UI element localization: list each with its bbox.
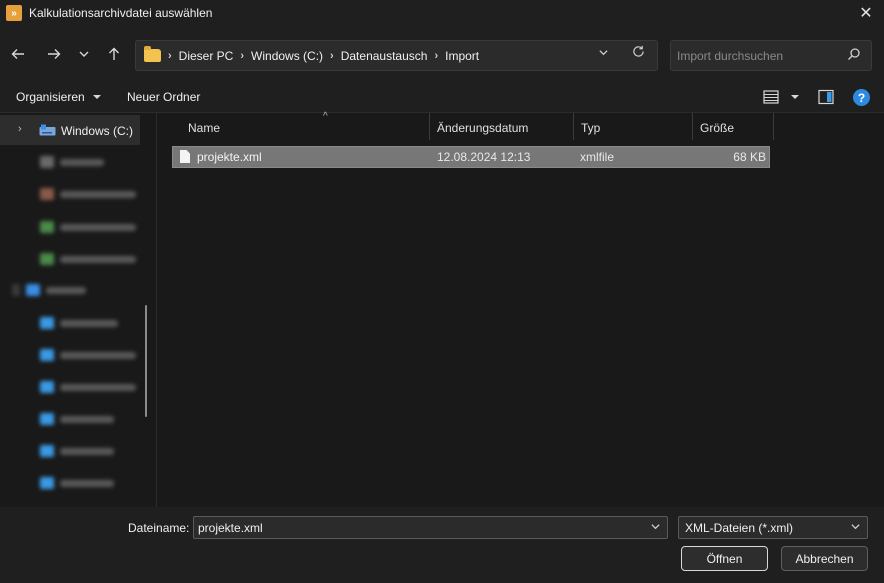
- navigation-pane[interactable]: › Windows (C:): [0, 113, 157, 507]
- organize-menu[interactable]: Organisieren: [16, 90, 102, 104]
- recent-locations-button[interactable]: [72, 43, 96, 65]
- new-folder-label: Neuer Ordner: [127, 90, 201, 104]
- breadcrumb-import[interactable]: Import: [445, 49, 479, 63]
- sidebar-item-network-host[interactable]: [40, 348, 136, 362]
- file-list[interactable]: ^ Name Änderungsdatum Typ Größe projekte…: [158, 111, 884, 507]
- arrow-right-icon: [48, 49, 61, 59]
- window-title: Kalkulationsarchivdatei auswählen: [29, 6, 213, 20]
- column-header-label: Typ: [581, 121, 601, 135]
- sidebar-item-network-host[interactable]: [40, 380, 136, 394]
- forward-button[interactable]: [42, 43, 66, 65]
- chevron-down-icon[interactable]: [650, 521, 661, 532]
- organize-label: Organisieren: [16, 90, 85, 104]
- search-icon: [848, 48, 860, 60]
- folder-icon: [144, 46, 161, 62]
- column-header-date[interactable]: Änderungsdatum: [430, 113, 574, 140]
- breadcrumb-datenaustausch[interactable]: Datenaustausch: [341, 49, 428, 63]
- caret-down-icon: [791, 95, 800, 99]
- file-type-select[interactable]: XML-Dateien (*.xml): [678, 516, 868, 539]
- sidebar-item-network-host[interactable]: [40, 316, 118, 330]
- sidebar-item-label: Windows (C:): [61, 124, 134, 138]
- file-name-panel: Dateiname: XML-Dateien (*.xml) Öffnen Ab…: [0, 507, 884, 583]
- sidebar-item-drive[interactable]: [40, 220, 136, 234]
- chevron-right-icon: ›: [434, 49, 439, 62]
- open-label: Öffnen: [706, 551, 743, 566]
- cancel-label: Abbrechen: [795, 551, 854, 566]
- column-header-label: Größe: [700, 121, 735, 135]
- view-options-button[interactable]: [763, 89, 800, 108]
- app-icon: »: [6, 5, 22, 21]
- help-button[interactable]: ?: [853, 89, 870, 106]
- breadcrumb-this-pc[interactable]: Dieser PC: [179, 49, 234, 63]
- chevron-right-icon: ›: [168, 49, 172, 62]
- title-bar: » Kalkulationsarchivdatei auswählen ✕: [0, 0, 884, 26]
- filename-input[interactable]: [198, 520, 638, 536]
- chevron-down-icon: [599, 50, 608, 56]
- close-button[interactable]: ✕: [856, 3, 876, 23]
- preview-pane-button[interactable]: [818, 89, 834, 108]
- search-box[interactable]: [670, 40, 872, 71]
- arrow-up-icon: [109, 47, 119, 60]
- expand-arrow-icon: ›: [18, 123, 22, 135]
- up-button[interactable]: [102, 43, 126, 65]
- chevron-right-icon: ›: [330, 49, 334, 62]
- refresh-icon: [633, 45, 644, 57]
- cancel-button[interactable]: Abbrechen: [781, 546, 868, 571]
- sidebar-item-network-host[interactable]: [40, 476, 114, 490]
- file-icon: [180, 150, 190, 163]
- navigation-bar: › Dieser PC › Windows (C:) › Datenaustau…: [0, 26, 884, 82]
- address-bar[interactable]: › Dieser PC › Windows (C:) › Datenaustau…: [135, 40, 658, 71]
- file-type-value: XML-Dateien (*.xml): [685, 521, 794, 535]
- preview-pane-icon: [818, 89, 834, 105]
- sidebar-item-network-host[interactable]: [40, 412, 114, 426]
- help-icon: ?: [857, 90, 866, 105]
- sidebar-item-drive[interactable]: [40, 187, 136, 201]
- sort-ascending-icon: ^: [323, 111, 328, 122]
- sidebar-item-windows-c[interactable]: › Windows (C:): [0, 115, 140, 145]
- file-size: 68 KB: [733, 150, 766, 164]
- drive-icon: [39, 124, 56, 136]
- column-header-name[interactable]: ^ Name: [181, 111, 430, 140]
- filename-combobox[interactable]: [193, 516, 668, 539]
- column-header-label: Name: [188, 121, 221, 135]
- sidebar-item-network[interactable]: [12, 283, 86, 297]
- column-header-size[interactable]: Größe: [693, 113, 774, 140]
- file-type: xmlfile: [580, 150, 615, 164]
- caret-down-icon: [93, 95, 102, 99]
- list-view-icon: [763, 90, 779, 104]
- arrow-left-icon: [11, 49, 24, 59]
- file-date: 12.08.2024 12:13: [437, 150, 531, 164]
- breadcrumb-windows-c[interactable]: Windows (C:): [251, 49, 323, 63]
- filename-label: Dateiname:: [128, 521, 190, 535]
- column-header-type[interactable]: Typ: [574, 113, 693, 140]
- file-row[interactable]: projekte.xml 12.08.2024 12:13 xmlfile 68…: [172, 146, 770, 168]
- chevron-down-icon: [851, 524, 860, 530]
- open-button[interactable]: Öffnen: [681, 546, 768, 571]
- back-button[interactable]: [6, 43, 30, 65]
- new-folder-button[interactable]: Neuer Ordner: [127, 90, 200, 104]
- file-name: projekte.xml: [197, 150, 262, 164]
- refresh-button[interactable]: [632, 45, 645, 62]
- sidebar-scrollbar[interactable]: [145, 305, 147, 417]
- address-dropdown-button[interactable]: [598, 47, 609, 61]
- sidebar-item-network-host[interactable]: [40, 444, 114, 458]
- chevron-right-icon: ›: [240, 49, 245, 62]
- chevron-down-icon: [79, 51, 89, 57]
- close-icon: ✕: [859, 5, 873, 22]
- search-input[interactable]: [677, 47, 837, 65]
- command-bar: Organisieren Neuer Ordner ?: [0, 82, 884, 113]
- column-header-label: Änderungsdatum: [437, 121, 529, 135]
- sidebar-item-drive[interactable]: [40, 155, 104, 169]
- sidebar-item-drive[interactable]: [40, 252, 136, 266]
